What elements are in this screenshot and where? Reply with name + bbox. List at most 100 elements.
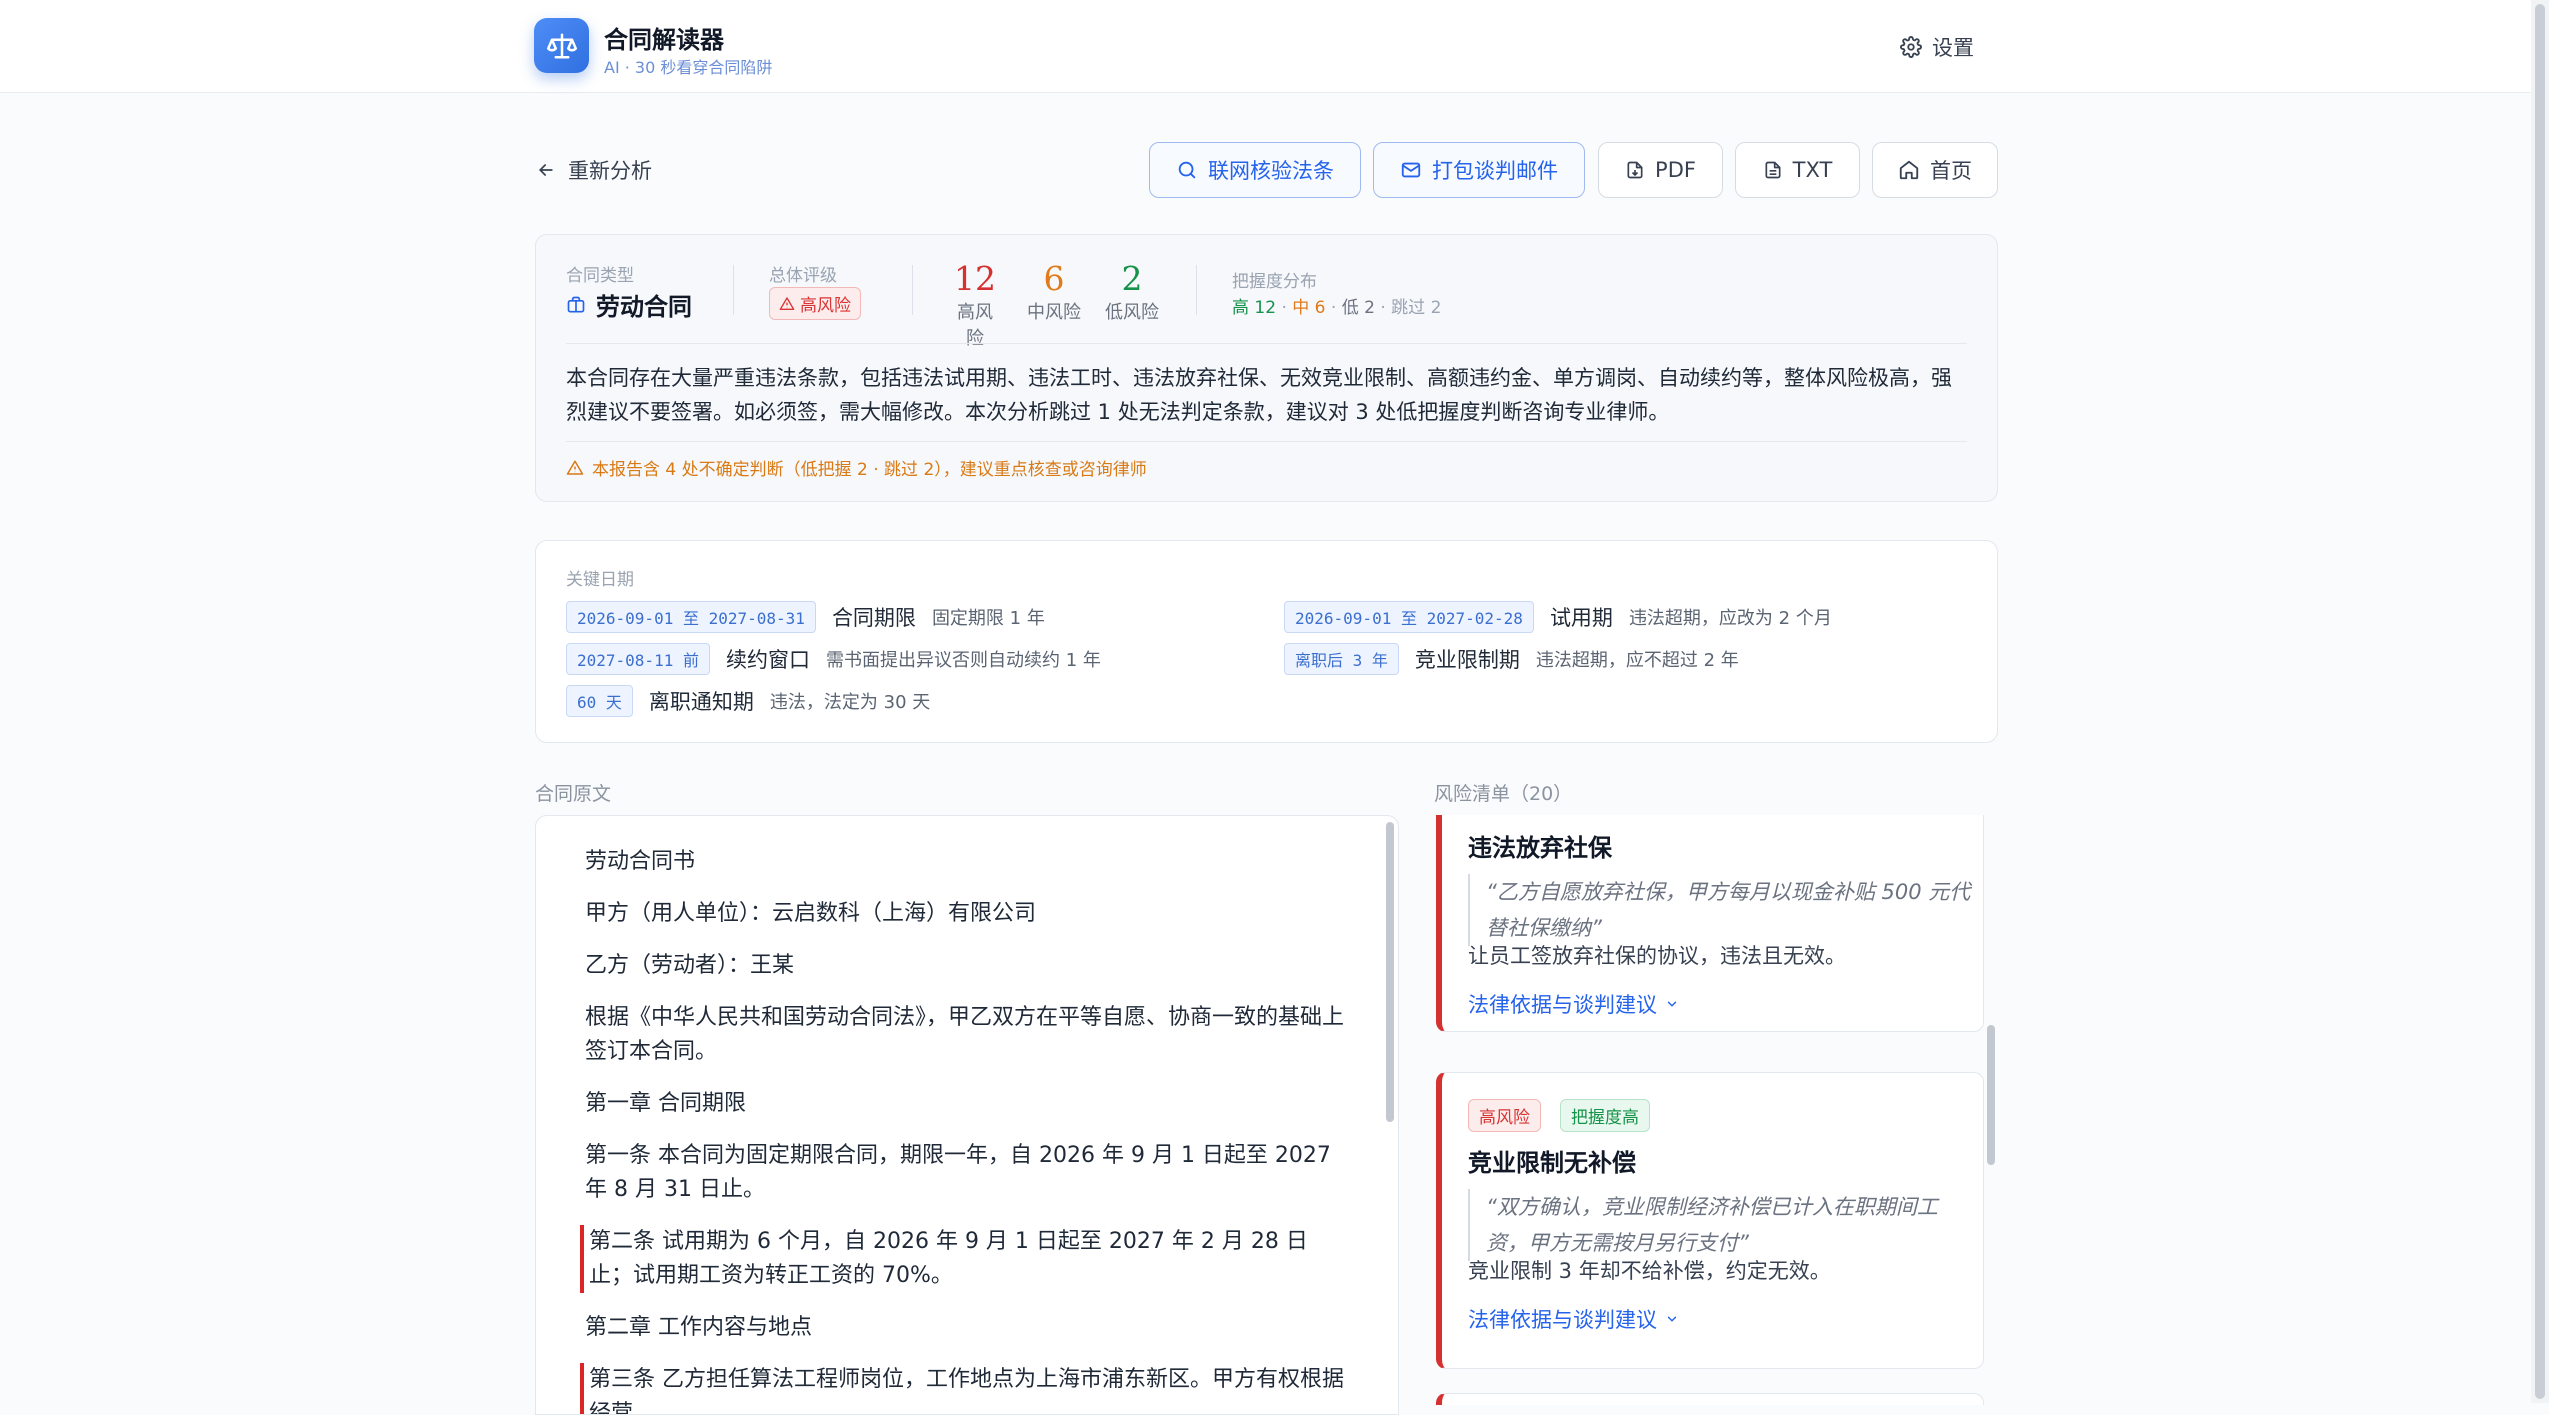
- legal-basis-toggle[interactable]: 法律依据与谈判建议: [1468, 989, 1679, 1019]
- briefcase-icon: [567, 296, 585, 312]
- pdf-label: PDF: [1655, 158, 1696, 182]
- date-chip: 离职后 3 年: [1284, 643, 1399, 675]
- risk-description: 让员工签放弃社保的协议，违法且无效。: [1468, 944, 1846, 968]
- rating-value: 高风险: [800, 296, 851, 316]
- divider: [566, 441, 1967, 442]
- date-note: 固定期限 1 年: [931, 608, 1045, 629]
- contract-paragraph: 第一章 合同期限: [585, 1091, 746, 1116]
- divider: [912, 265, 913, 315]
- dist-sep: ·: [1325, 298, 1342, 318]
- rating-badge-wrap: 高风险: [769, 287, 861, 320]
- back-button[interactable]: 重新分析: [536, 155, 652, 185]
- risk-card: [1436, 1393, 1984, 1405]
- contract-paragraph: 第二章 工作内容与地点: [585, 1315, 812, 1340]
- warning-icon: [566, 460, 584, 475]
- app-logo: [534, 18, 589, 73]
- rating-label: 总体评级: [769, 266, 837, 286]
- uncertainty-warning: 本报告含 4 处不确定判断（低把握 2 · 跳过 2），建议重点核查或咨询律师: [566, 455, 1147, 480]
- app-subtitle: AI · 30 秒看穿合同陷阱: [604, 58, 773, 77]
- verify-law-button[interactable]: 联网核验法条: [1149, 142, 1361, 198]
- contract-paragraph: 第一条 本合同为固定期限合同，期限一年，自 2026 年 9 月 1 日起至 2…: [585, 1143, 1331, 1202]
- home-button[interactable]: 首页: [1872, 142, 1998, 198]
- date-note: 违法超期，应改为 2 个月: [1628, 608, 1832, 629]
- scale-icon: [546, 33, 577, 58]
- contract-scrollbar[interactable]: [1386, 822, 1394, 1122]
- low-risk-stat: 2 低风险: [1104, 259, 1160, 324]
- contract-text-panel[interactable]: 劳动合同书 甲方（用人单位）：云启数科（上海）有限公司 乙方（劳动者）：王某 根…: [535, 815, 1399, 1415]
- divider: [733, 265, 734, 315]
- risk-description: 竞业限制 3 年却不给补偿，约定无效。: [1468, 1259, 1831, 1283]
- date-title: 试用期: [1549, 606, 1613, 630]
- settings-label: 设置: [1932, 36, 1974, 60]
- dist-skip: 跳过 2: [1391, 298, 1442, 318]
- file-text-icon: [1765, 161, 1781, 179]
- email-pack-label: 打包谈判邮件: [1432, 159, 1558, 183]
- mid-risk-label: 中风险: [1027, 302, 1081, 323]
- summary-card: 合同类型 劳动合同 总体评级 高风险 12 高风险 6 中风险 2 低风险 把握…: [535, 234, 1998, 502]
- uncertainty-warning-text: 本报告含 4 处不确定判断（低把握 2 · 跳过 2），建议重点核查或咨询律师: [592, 460, 1147, 480]
- home-label: 首页: [1930, 159, 1972, 183]
- key-dates-label: 关键日期: [566, 570, 634, 590]
- date-chip: 2026-09-01 至 2027-02-28: [1284, 601, 1534, 633]
- file-download-icon: [1627, 161, 1643, 179]
- flagged-paragraph[interactable]: 第三条 乙方担任算法工程师岗位，工作地点为上海市浦东新区。甲方有权根据经营: [580, 1363, 1346, 1414]
- settings-button[interactable]: 设置: [1900, 30, 1974, 64]
- high-risk-stat: 12 高风险: [949, 259, 1001, 350]
- chevron-down-icon: [1667, 1316, 1677, 1322]
- dist-high: 高 12: [1232, 298, 1277, 318]
- summary-text: 本合同存在大量严重违法条款，包括违法试用期、违法工时、违法放弃社保、无效竞业限制…: [566, 366, 1952, 424]
- back-label: 重新分析: [568, 159, 652, 183]
- home-icon: [1899, 160, 1919, 180]
- contract-type: 劳动合同: [566, 287, 692, 322]
- chevron-down-icon: [1667, 1001, 1677, 1007]
- date-title: 离职通知期: [648, 690, 754, 714]
- date-title: 合同期限: [831, 606, 916, 630]
- key-dates-card: 关键日期 2026-09-01 至 2027-08-31 合同期限 固定期限 1…: [535, 540, 1998, 743]
- risk-title: 竞业限制无补偿: [1468, 1148, 1636, 1177]
- low-risk-count: 2: [1121, 259, 1143, 298]
- risk-card: 高风险 把握度高 竞业限制无补偿 “双方确认，竞业限制经济补偿已计入在职期间工资…: [1436, 1072, 1984, 1369]
- risk-card: 违法放弃社保 “乙方自愿放弃社保，甲方每月以现金补贴 500 元代替社保缴纳” …: [1436, 815, 1984, 1032]
- risk-level-tag: 高风险: [1468, 1099, 1541, 1132]
- date-note: 违法，法定为 30 天: [769, 692, 931, 713]
- dist-mid: 中 6: [1292, 298, 1326, 318]
- confidence-dist: 高 12 · 中 6 · 低 2 · 跳过 2: [1232, 293, 1441, 318]
- date-item: 2026-09-01 至 2027-08-31 合同期限 固定期限 1 年: [566, 601, 1045, 633]
- divider: [1196, 265, 1197, 315]
- pdf-button[interactable]: PDF: [1598, 142, 1723, 198]
- risk-quote: “双方确认，竞业限制经济补偿已计入在职期间工资，甲方无需按月另行支付”: [1468, 1189, 1976, 1261]
- high-risk-count: 12: [954, 259, 996, 298]
- dist-low: 低 2: [1341, 298, 1375, 318]
- contract-paragraph: 甲方（用人单位）：云启数科（上海）有限公司: [585, 901, 1037, 926]
- contract-type-value: 劳动合同: [596, 292, 692, 321]
- risk-title: 违法放弃社保: [1468, 833, 1612, 862]
- confidence-dist-label: 把握度分布: [1232, 272, 1317, 292]
- low-risk-label: 低风险: [1105, 302, 1159, 323]
- legal-basis-toggle[interactable]: 法律依据与谈判建议: [1468, 1304, 1679, 1334]
- email-pack-button[interactable]: 打包谈判邮件: [1373, 142, 1585, 198]
- verify-law-label: 联网核验法条: [1208, 159, 1334, 183]
- date-note: 需书面提出异议否则自动续约 1 年: [825, 650, 1101, 671]
- risk-list-panel[interactable]: 违法放弃社保 “乙方自愿放弃社保，甲方每月以现金补贴 500 元代替社保缴纳” …: [1432, 815, 2012, 1405]
- date-item: 2026-09-01 至 2027-02-28 试用期 违法超期，应改为 2 个…: [1284, 601, 1832, 633]
- risk-list-scrollbar[interactable]: [1987, 1025, 1995, 1165]
- app-title: 合同解读器: [604, 26, 724, 54]
- gear-icon: [1900, 36, 1922, 58]
- date-title: 竞业限制期: [1414, 648, 1520, 672]
- page-scrollbar[interactable]: [2535, 4, 2545, 1399]
- contract-type-label: 合同类型: [566, 266, 634, 286]
- date-chip: 60 天: [566, 685, 633, 717]
- date-item: 离职后 3 年 竞业限制期 违法超期，应不超过 2 年: [1284, 643, 1739, 675]
- contract-paragraph: 乙方（劳动者）：王某: [585, 953, 795, 978]
- mid-risk-stat: 6 中风险: [1026, 259, 1082, 324]
- date-item: 60 天 离职通知期 违法，法定为 30 天: [566, 685, 930, 717]
- txt-button[interactable]: TXT: [1735, 142, 1860, 198]
- flagged-paragraph[interactable]: 第二条 试用期为 6 个月，自 2026 年 9 月 1 日起至 2027 年 …: [580, 1225, 1346, 1293]
- legal-basis-label: 法律依据与谈判建议: [1468, 1308, 1657, 1332]
- contract-text-label: 合同原文: [535, 783, 612, 805]
- contract-paragraph: 根据《中华人民共和国劳动合同法》，甲乙双方在平等自愿、协商一致的基础上签订本合同…: [585, 1005, 1345, 1064]
- search-icon: [1178, 161, 1196, 179]
- risk-list-label: 风险清单（20）: [1434, 783, 1573, 805]
- top-bar: 合同解读器 AI · 30 秒看穿合同陷阱 设置: [0, 0, 2549, 93]
- txt-label: TXT: [1792, 158, 1833, 182]
